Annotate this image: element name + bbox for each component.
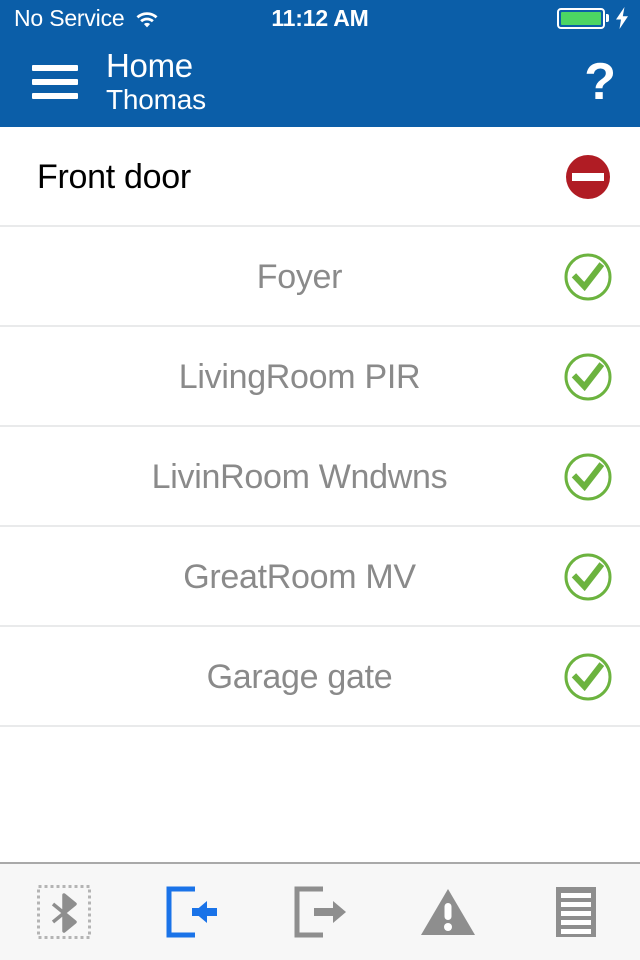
help-icon[interactable]: ?: [584, 56, 616, 108]
clock-label: 11:12 AM: [271, 4, 369, 31]
check-circle-icon: [562, 251, 614, 303]
bluetooth-icon[interactable]: [21, 877, 107, 947]
page-subtitle: Thomas: [106, 83, 206, 115]
zone-name: Foyer: [256, 257, 343, 296]
zone-name: LivinRoom Wndwns: [151, 457, 448, 496]
table-row[interactable]: Front door: [0, 127, 640, 227]
zone-name: Front door: [37, 157, 191, 196]
table-row[interactable]: Foyer: [0, 227, 640, 327]
check-circle-icon: [562, 451, 614, 503]
arm-away-icon[interactable]: [149, 877, 235, 947]
check-circle-icon: [562, 551, 614, 603]
hamburger-menu-icon[interactable]: [32, 64, 78, 99]
status-bar-left: No Service: [0, 5, 160, 32]
app-screen: No Service 11:12 AM Home Thomas ? Front …: [0, 0, 640, 960]
header-titles: Home Thomas: [106, 46, 206, 116]
navigation-bar: Home Thomas ?: [0, 36, 640, 127]
zone-name: LivingRoom PIR: [178, 357, 421, 396]
zone-name: Garage gate: [206, 657, 393, 696]
table-row[interactable]: Garage gate: [0, 627, 640, 727]
wifi-icon: [134, 8, 160, 28]
no-entry-icon: [562, 151, 614, 203]
zone-list: Front door Foyer LivingRoom PIR LivinRoo…: [0, 127, 640, 727]
check-circle-icon: [562, 651, 614, 703]
bottom-toolbar: [0, 862, 640, 960]
carrier-label: No Service: [14, 4, 125, 31]
status-bar-right: [557, 0, 630, 36]
table-row[interactable]: LivingRoom PIR: [0, 327, 640, 427]
lightning-bolt-icon: [612, 7, 630, 29]
table-row[interactable]: GreatRoom MV: [0, 527, 640, 627]
disarm-icon[interactable]: [277, 877, 363, 947]
page-title: Home: [106, 46, 193, 84]
zone-name: GreatRoom MV: [183, 557, 416, 596]
event-log-icon[interactable]: [533, 877, 619, 947]
status-bar: No Service 11:12 AM: [0, 0, 640, 36]
table-row[interactable]: LivinRoom Wndwns: [0, 427, 640, 527]
check-circle-icon: [562, 351, 614, 403]
panic-alarm-icon[interactable]: [405, 877, 491, 947]
battery-full-icon: [557, 7, 609, 29]
